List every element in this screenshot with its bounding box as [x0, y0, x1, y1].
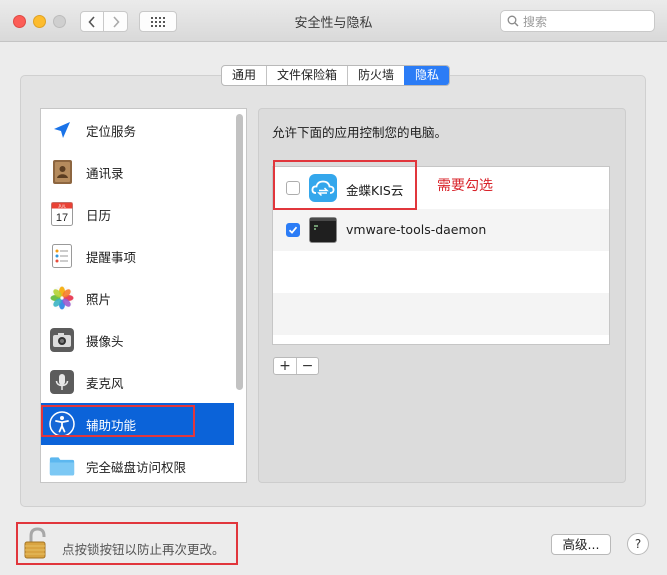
tab-general[interactable]: 通用: [222, 66, 266, 85]
reminders-icon: [49, 243, 75, 269]
sidebar-item-photos[interactable]: 照片: [41, 277, 234, 319]
advanced-button[interactable]: 高级...: [551, 534, 611, 555]
tab-privacy[interactable]: 隐私: [404, 66, 450, 85]
app-row-empty: [273, 293, 609, 335]
search-placeholder: 搜索: [523, 14, 548, 29]
sidebar-item-label: 通讯录: [86, 165, 124, 181]
sidebar-item-label: 照片: [86, 291, 112, 307]
photos-icon: [49, 285, 75, 311]
help-button[interactable]: ?: [627, 533, 649, 555]
tab-filevault[interactable]: 文件保险箱: [265, 66, 347, 85]
camera-icon: [49, 327, 75, 353]
sidebar-scrollbar[interactable]: [236, 114, 243, 390]
sidebar-item-contacts[interactable]: 通讯录: [41, 151, 234, 193]
sidebar-item-calendar[interactable]: JUL 17 日历: [41, 193, 234, 235]
app-row-empty: [273, 251, 609, 293]
tab-bar: 通用 文件保险箱 防火墙 隐私: [0, 65, 667, 86]
sidebar-item-label: 日历: [86, 207, 112, 223]
terminal-icon: [309, 217, 337, 243]
location-arrow-icon: [49, 117, 75, 143]
sidebar-item-label: 完全磁盘访问权限: [86, 459, 187, 475]
calendar-icon-day: 17: [56, 212, 68, 224]
sidebar-item-label: 提醒事项: [86, 249, 137, 265]
remove-app-button[interactable]: −: [296, 358, 318, 374]
sidebar-item-microphone[interactable]: 麦克风: [41, 361, 234, 403]
sidebar-item-label: 摄像头: [86, 333, 124, 349]
sidebar-item-label: 定位服务: [86, 123, 137, 139]
app-name: vmware-tools-daemon: [346, 222, 487, 237]
instruction-text: 允许下面的应用控制您的电脑。: [272, 125, 448, 140]
title-bar: 安全性与隐私 搜索: [0, 0, 667, 42]
contacts-book-icon: [49, 159, 75, 185]
calendar-icon: JUL 17: [49, 201, 75, 227]
calendar-icon-month: JUL: [58, 204, 66, 209]
sidebar-item-camera[interactable]: 摄像头: [41, 319, 234, 361]
tab-firewall[interactable]: 防火墙: [347, 66, 404, 85]
search-field[interactable]: 搜索: [500, 10, 655, 32]
sidebar-item-full-disk-access[interactable]: 完全磁盘访问权限: [41, 445, 234, 482]
checkmark-icon: [288, 226, 298, 234]
add-app-button[interactable]: +: [274, 358, 296, 374]
sidebar-item-label: 麦克风: [86, 375, 124, 391]
add-remove-control: + −: [273, 357, 319, 375]
annotation-note: 需要勾选: [437, 178, 493, 194]
app-checkbox-vmware[interactable]: [286, 223, 300, 237]
app-row-vmware[interactable]: vmware-tools-daemon: [273, 209, 609, 251]
folder-icon: [49, 453, 75, 479]
search-icon: [507, 15, 519, 27]
highlight-box-accessibility: [41, 405, 195, 437]
unlocked-padlock-icon: [24, 527, 46, 559]
sidebar-item-location[interactable]: 定位服务: [41, 109, 234, 151]
lock-button[interactable]: [24, 527, 52, 562]
sidebar-item-reminders[interactable]: 提醒事项: [41, 235, 234, 277]
highlight-box-kingdee: [273, 160, 417, 210]
lock-hint-text: 点按锁按钮以防止再次更改。: [62, 542, 225, 557]
microphone-icon: [49, 369, 75, 395]
